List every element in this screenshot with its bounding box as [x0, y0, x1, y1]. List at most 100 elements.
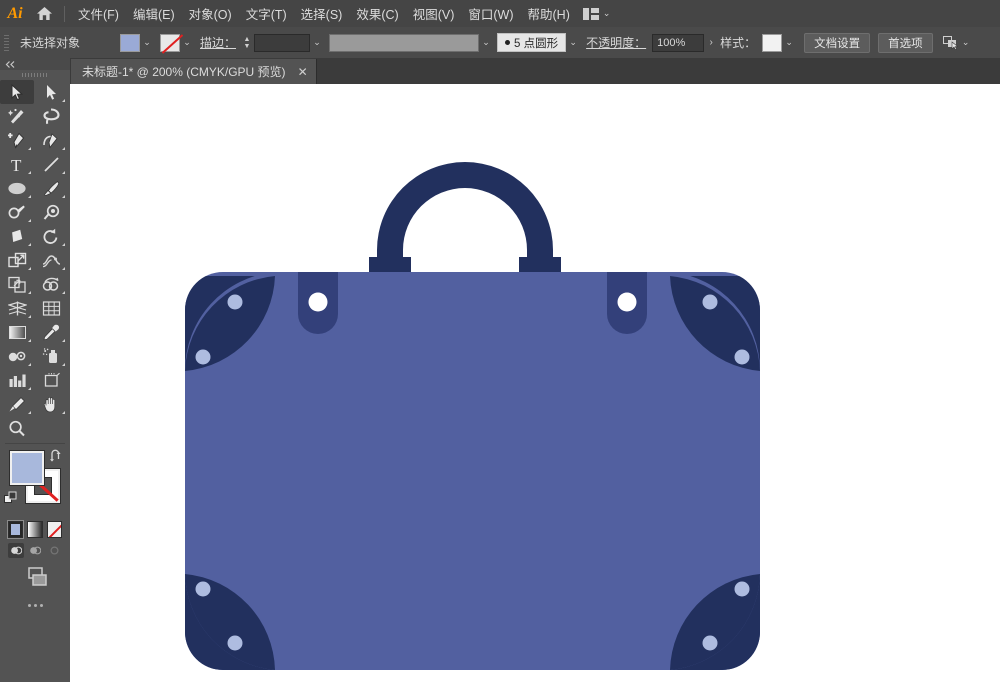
strap-right[interactable] [607, 272, 647, 334]
perspective-grid-tool[interactable] [0, 296, 34, 320]
tools-panel-grip[interactable] [0, 70, 70, 80]
width-tool[interactable] [34, 248, 68, 272]
document-tab[interactable]: 未标题-1* @ 200% (CMYK/GPU 预览) ✕ [70, 59, 317, 84]
stroke-profile-input[interactable] [329, 33, 480, 52]
opacity-label: 不透明度： [586, 36, 647, 50]
menu-object[interactable]: 对象(O) [182, 0, 239, 27]
flyout-indicator-icon [28, 315, 31, 318]
direct-selection-tool[interactable] [34, 80, 68, 104]
shape-builder-tool[interactable] [34, 272, 68, 296]
change-screen-mode-icon[interactable] [0, 558, 70, 588]
swap-fill-stroke-icon[interactable] [50, 449, 64, 465]
arrange-documents-icon[interactable]: ⌄ [577, 5, 617, 23]
illustrator-window: Ai 文件(F) 编辑(E) 对象(O) 文字(T) 选择(S) 效果(C) 视… [0, 0, 1000, 682]
draw-inside-button[interactable] [46, 543, 62, 558]
corner-dot [734, 581, 750, 597]
line-segment-tool[interactable] [34, 152, 68, 176]
brush-definition-value[interactable]: 5 点圆形 [497, 33, 567, 52]
stroke-profile-control[interactable]: ⌄ [329, 33, 493, 52]
menu-window[interactable]: 窗口(W) [461, 0, 520, 27]
fill-caret-icon[interactable]: ⌄ [140, 34, 154, 52]
canvas-area[interactable] [70, 84, 1000, 682]
draw-behind-button[interactable] [27, 543, 43, 558]
strap-left[interactable] [298, 272, 338, 334]
opacity-expand-arrow-icon[interactable]: › [704, 37, 718, 48]
fill-swatch[interactable] [120, 33, 140, 52]
stroke-weight-spinner[interactable]: ▲ ▼ [242, 34, 252, 52]
style-caret-icon[interactable]: ⌄ [782, 34, 796, 52]
menu-view[interactable]: 视图(V) [406, 0, 462, 27]
stroke-swatch-none[interactable] [160, 33, 180, 52]
ellipse-tool[interactable] [0, 176, 34, 200]
flyout-indicator-icon [28, 339, 31, 342]
rotate-tool[interactable] [34, 224, 68, 248]
menu-help[interactable]: 帮助(H) [521, 0, 577, 27]
tools-grid: T [0, 80, 70, 440]
lasso-tool[interactable] [34, 104, 68, 128]
corner-dot [702, 635, 718, 651]
mesh-tool[interactable] [34, 296, 68, 320]
eyedropper-tool[interactable] [34, 320, 68, 344]
brush-dot-icon [505, 40, 511, 45]
stroke-color-control[interactable]: ⌄ [160, 33, 194, 52]
type-tool[interactable]: T [0, 152, 34, 176]
brush-definition-control[interactable]: 5 点圆形 ⌄ [497, 33, 580, 52]
close-icon[interactable]: ✕ [298, 66, 308, 78]
suitcase-handle[interactable] [369, 162, 561, 274]
artboard-tool[interactable] [34, 368, 68, 392]
menu-effect[interactable]: 效果(C) [349, 0, 405, 27]
fill-control[interactable]: ⌄ [120, 33, 154, 52]
draw-normal-button[interactable] [8, 543, 24, 558]
stroke-weight-caret-icon[interactable]: ⌄ [310, 34, 324, 52]
default-fill-stroke-icon[interactable] [4, 491, 18, 508]
preferences-button[interactable]: 首选项 [878, 32, 933, 53]
brush-caret-icon[interactable]: ⌄ [566, 34, 580, 52]
column-graph-tool[interactable] [0, 368, 34, 392]
scale-tool[interactable] [0, 248, 34, 272]
stroke-weight-control[interactable]: ⌄ [254, 33, 324, 52]
corner-dot [702, 294, 718, 310]
menu-select[interactable]: 选择(S) [294, 0, 350, 27]
menu-edit[interactable]: 编辑(E) [126, 0, 182, 27]
select-behind-caret-icon[interactable]: ⌄ [959, 34, 973, 52]
flyout-indicator-icon [62, 171, 65, 174]
stroke-profile-caret-icon[interactable]: ⌄ [479, 34, 493, 52]
shaper-tool[interactable] [0, 200, 34, 224]
home-icon[interactable] [30, 0, 58, 27]
curvature-tool[interactable] [34, 128, 68, 152]
menu-type[interactable]: 文字(T) [239, 0, 294, 27]
select-behind-control[interactable]: ⌄ [942, 34, 973, 52]
graphic-style-control[interactable]: ⌄ [762, 33, 796, 52]
menu-file[interactable]: 文件(F) [71, 0, 126, 27]
blend-tool[interactable] [0, 344, 34, 368]
opacity-input[interactable]: 100% [652, 33, 705, 52]
symbol-sprayer-tool[interactable] [34, 344, 68, 368]
slice-tool[interactable] [0, 392, 34, 416]
suitcase-body[interactable] [185, 272, 760, 670]
free-transform-tool[interactable] [0, 272, 34, 296]
selection-tool[interactable] [0, 80, 34, 104]
zoom-tool[interactable] [0, 416, 34, 440]
corner-dot [195, 581, 211, 597]
stroke-weight-input[interactable] [254, 33, 311, 52]
color-mode-button[interactable] [8, 521, 24, 538]
paintbrush-tool[interactable] [34, 176, 68, 200]
fill-indicator-swatch[interactable] [10, 451, 44, 485]
gradient-tool[interactable] [0, 320, 34, 344]
selection-status-label: 未选择对象 [20, 36, 81, 50]
tools-panel-collapse-button[interactable] [0, 58, 70, 70]
suitcase-illustration[interactable] [70, 84, 1000, 682]
blob-brush-tool[interactable] [34, 200, 68, 224]
drawing-mode-buttons [0, 538, 70, 558]
edit-toolbar-icon[interactable] [0, 588, 70, 607]
pen-tool[interactable] [0, 128, 34, 152]
hand-tool[interactable] [34, 392, 68, 416]
document-setup-button[interactable]: 文档设置 [804, 32, 871, 53]
gradient-mode-button[interactable] [27, 521, 43, 538]
magic-wand-tool[interactable] [0, 104, 34, 128]
graphic-style-swatch[interactable] [762, 33, 783, 52]
svg-text:T: T [11, 156, 22, 173]
control-bar-grip[interactable] [2, 32, 11, 53]
eraser-tool[interactable] [0, 224, 34, 248]
none-mode-button[interactable] [46, 521, 62, 538]
